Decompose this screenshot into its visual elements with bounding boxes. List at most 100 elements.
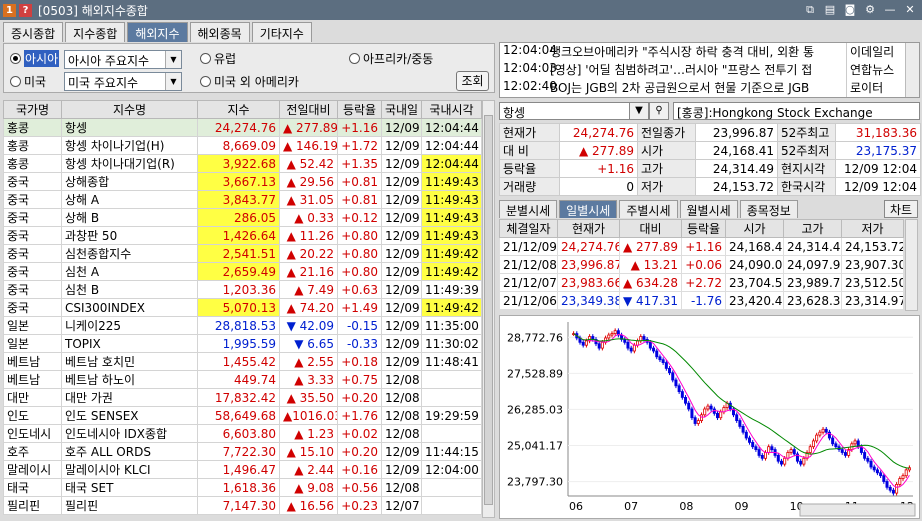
daily-cell: 21/12/07 xyxy=(499,273,558,292)
table-row[interactable]: 21/12/0723,983.66▲ 634.28+2.7223,704.512… xyxy=(499,273,904,292)
daily-scrollbar[interactable] xyxy=(905,219,918,311)
table-row[interactable]: 21/12/0623,349.38▼ 417.31-1.7623,420.442… xyxy=(499,291,904,310)
cell-name: 인도네시아 IDX종합 xyxy=(61,424,198,443)
cell-change: ▲ 0.33 xyxy=(279,208,338,227)
news-item[interactable]: 12:02:40 BOJ는 JGB의 2차 공급원으로서 현물 기준으로 JGB 로… xyxy=(500,79,904,97)
column-header[interactable]: 국내시각 xyxy=(421,100,482,119)
price-chart[interactable]: 28,772.76 27,528.89 26,285.03 25,041.17 23,7… xyxy=(499,315,920,519)
tab-other-index[interactable]: 기타지수 xyxy=(251,22,312,42)
scrollbar-thumb[interactable] xyxy=(484,115,493,505)
zoom-control[interactable] xyxy=(799,503,916,517)
table-row[interactable]: 홍콩 항셍 차이나기업(H) 8,669.09 ▲ 146.19 +1.72 12/09 1… xyxy=(3,136,482,155)
tab-overseas-stocks[interactable]: 해외종목 xyxy=(189,22,250,42)
cell-date: 12/08 xyxy=(381,406,422,425)
column-header[interactable]: 지수명 xyxy=(61,100,198,119)
y-tick-label: 28,772.76 xyxy=(507,331,563,344)
cell-name: 대만 가권 xyxy=(61,388,198,407)
table-row[interactable]: 중국 상해 B 286.05 ▲ 0.33 +0.12 12/09 11:49:43 xyxy=(3,208,482,227)
column-header[interactable]: 고가 xyxy=(783,219,842,238)
tab-daily-price[interactable]: 일별시세 xyxy=(559,200,618,218)
candle-body xyxy=(636,340,640,346)
column-header[interactable]: 현재가 xyxy=(557,219,620,238)
table-row[interactable]: 21/12/0924,274.76▲ 277.89+1.1624,168.412… xyxy=(499,237,904,256)
column-header[interactable]: 지수 xyxy=(197,100,280,119)
column-header[interactable]: 등락율 xyxy=(337,100,382,119)
query-button[interactable]: 조회 xyxy=(456,71,489,91)
table-row[interactable]: 일본 니케이225 28,818.53 ▼ 42.09 -0.15 12/09 11:35:… xyxy=(3,316,482,335)
grid-scrollbar[interactable] xyxy=(482,100,495,518)
column-header[interactable]: 체결일자 xyxy=(499,219,558,238)
select-usa-index[interactable]: 미국 주요지수 ▼ xyxy=(64,72,182,91)
search-icon[interactable]: ⚲ xyxy=(649,102,669,120)
tab-overseas-index[interactable]: 해외지수 xyxy=(127,22,188,42)
news-item[interactable]: 12:04:03 [영상] '어딜 침범하려고'…러시아 "프랑스 전투기 접 연합… xyxy=(500,61,904,79)
column-header[interactable]: 국내일 xyxy=(381,100,422,119)
table-row[interactable]: 베트남 베트남 호치민 1,455.42 ▲ 2.55 +0.18 12/09 11:48:… xyxy=(3,352,482,371)
cell-date: 12/09 xyxy=(381,262,422,281)
column-header[interactable]: 국가명 xyxy=(3,100,62,119)
tab-market-summary[interactable]: 증시종합 xyxy=(3,22,64,42)
table-row[interactable]: 베트남 베트남 하노이 449.74 ▲ 3.33 +0.75 12/08 xyxy=(3,370,482,389)
cell-name: 인도 SENSEX xyxy=(61,406,198,425)
tab-index-summary[interactable]: 지수종합 xyxy=(65,22,126,42)
cell-rate: +0.75 xyxy=(337,370,382,389)
table-row[interactable]: 홍콩 항셍 차이나대기업(R) 3,922.68 ▲ 52.42 +1.35 12/09 1… xyxy=(3,154,482,173)
radio-africa-middle-east[interactable]: 아프리카/중동 xyxy=(349,50,433,67)
tab-weekly-price[interactable]: 주별시세 xyxy=(619,200,678,218)
table-row[interactable]: 중국 심천 B 1,203.36 ▲ 7.49 +0.63 12/09 11:49:39 xyxy=(3,280,482,299)
table-row[interactable]: 중국 상해종합 3,667.13 ▲ 29.56 +0.81 12/09 11:49:43 xyxy=(3,172,482,191)
news-item[interactable]: 12:04:04 뱅크오브아메리카 "주식시장 하락 충격 대비, 외환 통 이데일… xyxy=(500,43,904,61)
radio-europe[interactable]: 유럽 xyxy=(200,50,236,67)
tab-minute-price[interactable]: 분별시세 xyxy=(499,200,558,218)
cell-rate: +0.02 xyxy=(337,424,382,443)
table-row[interactable]: 인도 인도 SENSEX 58,649.68 ▲1016.03 +1.76 12/08 19… xyxy=(3,406,482,425)
tab-stock-info[interactable]: 종목정보 xyxy=(739,200,798,218)
table-row[interactable]: 대만 대만 가권 17,832.42 ▲ 35.50 +0.20 12/08 xyxy=(3,388,482,407)
table-row[interactable]: 중국 상해 A 3,843.77 ▲ 31.05 +0.81 12/09 11:49:43 xyxy=(3,190,482,209)
table-row[interactable]: 중국 심천종합지수 2,541.51 ▲ 20.22 +0.80 12/09 11:49:4… xyxy=(3,244,482,263)
column-header[interactable]: 등락율 xyxy=(681,219,726,238)
filter-panel: 아시아 아시아 주요지수 ▼ 유럽 아프리카/중동 미국 미국 주요지수 ▼ 미국 … xyxy=(3,43,495,93)
radio-americas-ex-us[interactable]: 미국 외 아메리카 xyxy=(200,73,299,90)
radio-usa[interactable]: 미국 xyxy=(10,73,46,90)
chart-button[interactable]: 차트 xyxy=(884,200,918,218)
print-icon[interactable]: ▤ xyxy=(822,2,838,18)
tab-monthly-price[interactable]: 월별시세 xyxy=(679,200,738,218)
table-row[interactable]: 일본 TOPIX 1,995.59 ▼ 6.65 -0.33 12/09 11:30:02 xyxy=(3,334,482,353)
cell-time: 11:48:41 xyxy=(421,352,482,371)
cell-country: 일본 xyxy=(3,316,62,335)
news-scrollbar[interactable] xyxy=(905,43,919,97)
table-row[interactable]: 중국 심천 A 2,659.49 ▲ 21.16 +0.80 12/09 11:49:42 xyxy=(3,262,482,281)
table-row[interactable]: 말레이시 말레이시아 KLCI 1,496.47 ▲ 2.44 +0.16 12/09 12… xyxy=(3,460,482,479)
quote-value: 24,168.41 xyxy=(695,141,778,160)
column-header[interactable]: 전일대비 xyxy=(279,100,338,119)
minimize-icon[interactable]: — xyxy=(882,2,898,18)
table-row[interactable]: 호주 호주 ALL ORDS 7,722.30 ▲ 15.10 +0.20 12/09 11… xyxy=(3,442,482,461)
table-row[interactable]: 인도네시 인도네시아 IDX종합 6,603.80 ▲ 1.23 +0.02 12/08 xyxy=(3,424,482,443)
number-icon[interactable]: 1 xyxy=(3,3,16,17)
cell-time: 12:04:44 xyxy=(421,136,482,155)
table-row[interactable]: 홍콩 항셍 24,274.76 ▲ 277.89 +1.16 12/09 12:04:44 xyxy=(3,118,482,137)
select-asia-index[interactable]: 아시아 주요지수 ▼ xyxy=(64,50,182,69)
screenshot-icon[interactable]: ◙ xyxy=(842,2,858,18)
cell-time: 12:04:44 xyxy=(421,118,482,137)
table-row[interactable]: 태국 태국 SET 1,618.36 ▲ 9.08 +0.56 12/08 xyxy=(3,478,482,497)
table-row[interactable]: 중국 CSI300INDEX 5,070.13 ▲ 74.20 +1.49 12/09 11… xyxy=(3,298,482,317)
help-icon[interactable]: ? xyxy=(19,3,32,17)
link-icon[interactable]: ⧉ xyxy=(802,2,818,18)
radio-asia[interactable]: 아시아 xyxy=(10,50,60,67)
table-row[interactable]: 중국 과창판 50 1,426.64 ▲ 11.26 +0.80 12/09 11:49:4… xyxy=(3,226,482,245)
daily-cell: ▲ 277.89 xyxy=(619,237,682,256)
column-header[interactable]: 대비 xyxy=(619,219,682,238)
cell-rate: +1.35 xyxy=(337,154,382,173)
column-header[interactable]: 저가 xyxy=(841,219,904,238)
table-row[interactable]: 필리핀 필리핀 7,147.30 ▲ 16.56 +0.23 12/07 xyxy=(3,496,482,515)
dropdown-icon[interactable]: ▼ xyxy=(629,102,649,120)
settings-gear-icon[interactable]: ⚙ xyxy=(862,2,878,18)
candle-body xyxy=(674,379,678,387)
table-row[interactable]: 21/12/0823,996.87▲ 13.21+0.0624,090.0224… xyxy=(499,255,904,274)
daily-cell: 23,349.38 xyxy=(557,291,620,310)
cell-value: 2,541.51 xyxy=(197,244,280,263)
column-header[interactable]: 시가 xyxy=(725,219,784,238)
close-icon[interactable]: ✕ xyxy=(902,2,918,18)
